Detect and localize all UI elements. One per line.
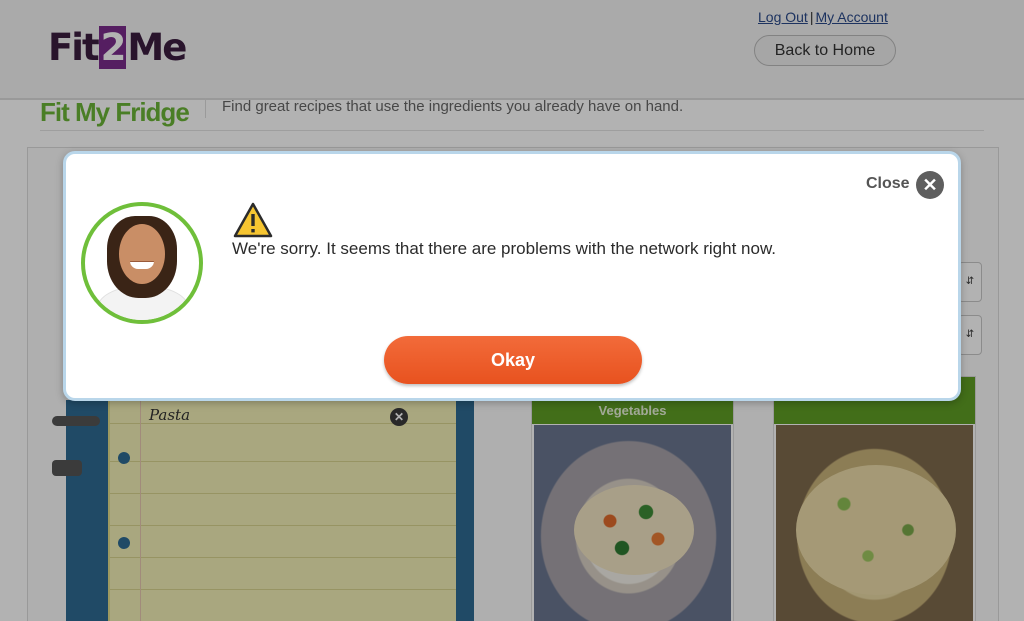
okay-button[interactable]: Okay <box>384 336 642 384</box>
avatar <box>81 202 203 324</box>
avatar-face <box>119 224 165 284</box>
close-label[interactable]: Close <box>866 175 910 193</box>
network-error-dialog: Close ✕ We're sorry. It seems that there… <box>63 151 961 401</box>
close-icon[interactable]: ✕ <box>916 171 944 199</box>
warning-icon <box>233 202 273 238</box>
error-message: We're sorry. It seems that there are pro… <box>232 239 777 258</box>
